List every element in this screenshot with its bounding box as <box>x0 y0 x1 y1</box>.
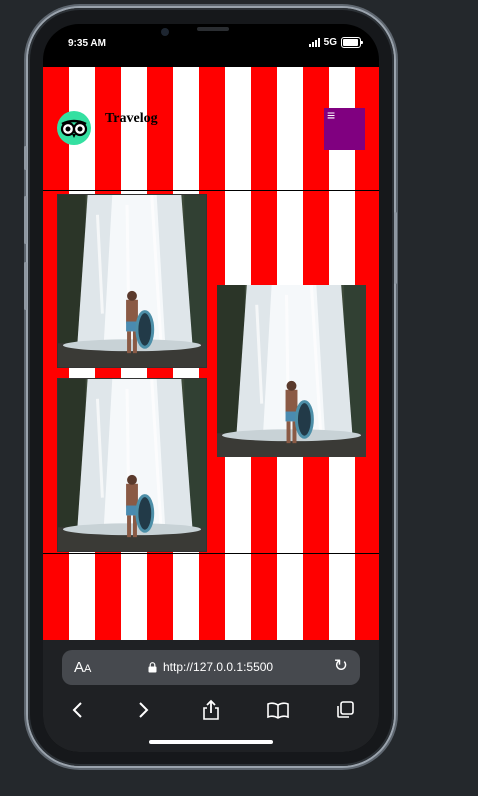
hamburger-icon: ≡ <box>327 107 336 123</box>
gallery-photo[interactable] <box>57 378 207 552</box>
browser-toolbar <box>43 698 379 728</box>
mute-switch <box>24 146 27 170</box>
menu-button[interactable]: ≡ <box>324 108 365 150</box>
phone-screen: 9:35 AM 5G Travelog ≡ AA http://127.0.0.… <box>43 24 379 752</box>
forward-icon[interactable] <box>124 701 164 725</box>
status-time: 9:35 AM <box>68 38 106 49</box>
network-type: 5G <box>323 37 337 48</box>
url-display: http://127.0.0.1:5500 <box>148 660 273 674</box>
owl-eyes-icon[interactable] <box>57 111 91 145</box>
front-camera <box>161 28 169 36</box>
site-header: Travelog ≡ <box>43 67 379 191</box>
earpiece-speaker <box>197 27 229 31</box>
tabs-icon[interactable] <box>325 700 365 726</box>
gallery-photo[interactable] <box>217 285 366 457</box>
gallery-photo[interactable] <box>57 194 207 368</box>
reload-icon[interactable]: ↻ <box>334 656 348 676</box>
home-indicator[interactable] <box>149 740 273 744</box>
power-button <box>394 212 397 284</box>
bookmarks-icon[interactable] <box>258 701 298 725</box>
signal-icon <box>308 38 320 47</box>
site-brand[interactable]: Travelog <box>105 111 158 127</box>
volume-down-button <box>24 262 27 310</box>
photo-gallery <box>43 191 379 554</box>
text-size-button[interactable]: AA <box>74 659 91 676</box>
lock-icon <box>148 661 157 672</box>
url-text: http://127.0.0.1:5500 <box>163 660 274 674</box>
back-icon[interactable] <box>57 701 97 725</box>
web-page: Travelog ≡ <box>43 67 379 640</box>
battery-icon <box>341 37 363 48</box>
volume-up-button <box>24 196 27 244</box>
share-icon[interactable] <box>191 699 231 727</box>
browser-chrome: AA http://127.0.0.1:5500 ↻ <box>43 640 379 752</box>
address-bar[interactable]: AA http://127.0.0.1:5500 ↻ <box>62 650 360 685</box>
notch <box>149 24 275 49</box>
